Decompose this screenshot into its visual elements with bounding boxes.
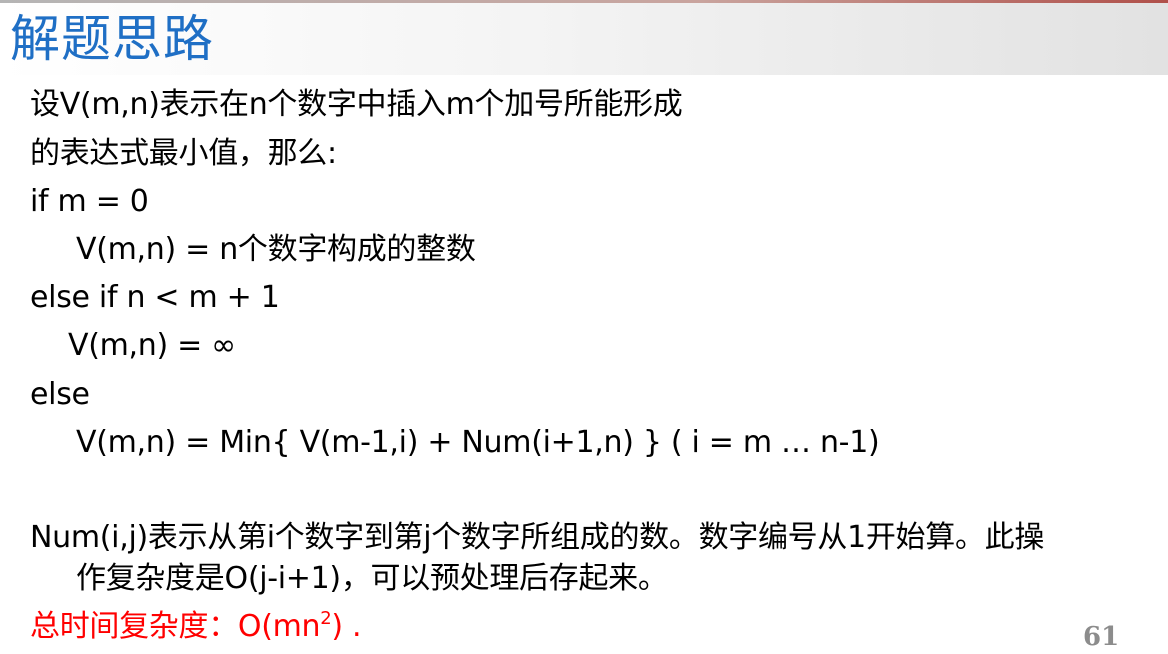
- condition-if: if m = 0: [30, 184, 149, 219]
- condition-else: else: [30, 377, 90, 412]
- complexity-suffix: ) .: [331, 609, 362, 644]
- condition-else-if: else if n < m + 1: [30, 280, 280, 315]
- complexity-prefix: 总时间复杂度：O(mn: [30, 609, 321, 644]
- case-integer: V(m,n) = n个数字构成的整数: [76, 232, 476, 267]
- page-number: 61: [1083, 622, 1120, 652]
- num-definition-line-1: Num(i,j)表示从第i个数字到第j个数字所组成的数。数字编号从1开始算。此操: [30, 520, 1045, 555]
- slide-title: 解题思路: [10, 10, 214, 68]
- case-infinity: V(m,n) = ∞: [68, 328, 236, 363]
- num-definition-line-2: 作复杂度是O(j-i+1)，可以预处理后存起来。: [76, 561, 668, 596]
- definition-line-1: 设V(m,n)表示在n个数字中插入m个加号所能形成: [30, 87, 683, 122]
- total-complexity: 总时间复杂度：O(mn2) .: [30, 608, 362, 645]
- complexity-exponent: 2: [320, 608, 332, 629]
- recurrence-formula: V(m,n) = Min{ V(m-1,i) + Num(i+1,n) } ( …: [76, 425, 880, 460]
- definition-line-2: 的表达式最小值，那么:: [30, 136, 337, 171]
